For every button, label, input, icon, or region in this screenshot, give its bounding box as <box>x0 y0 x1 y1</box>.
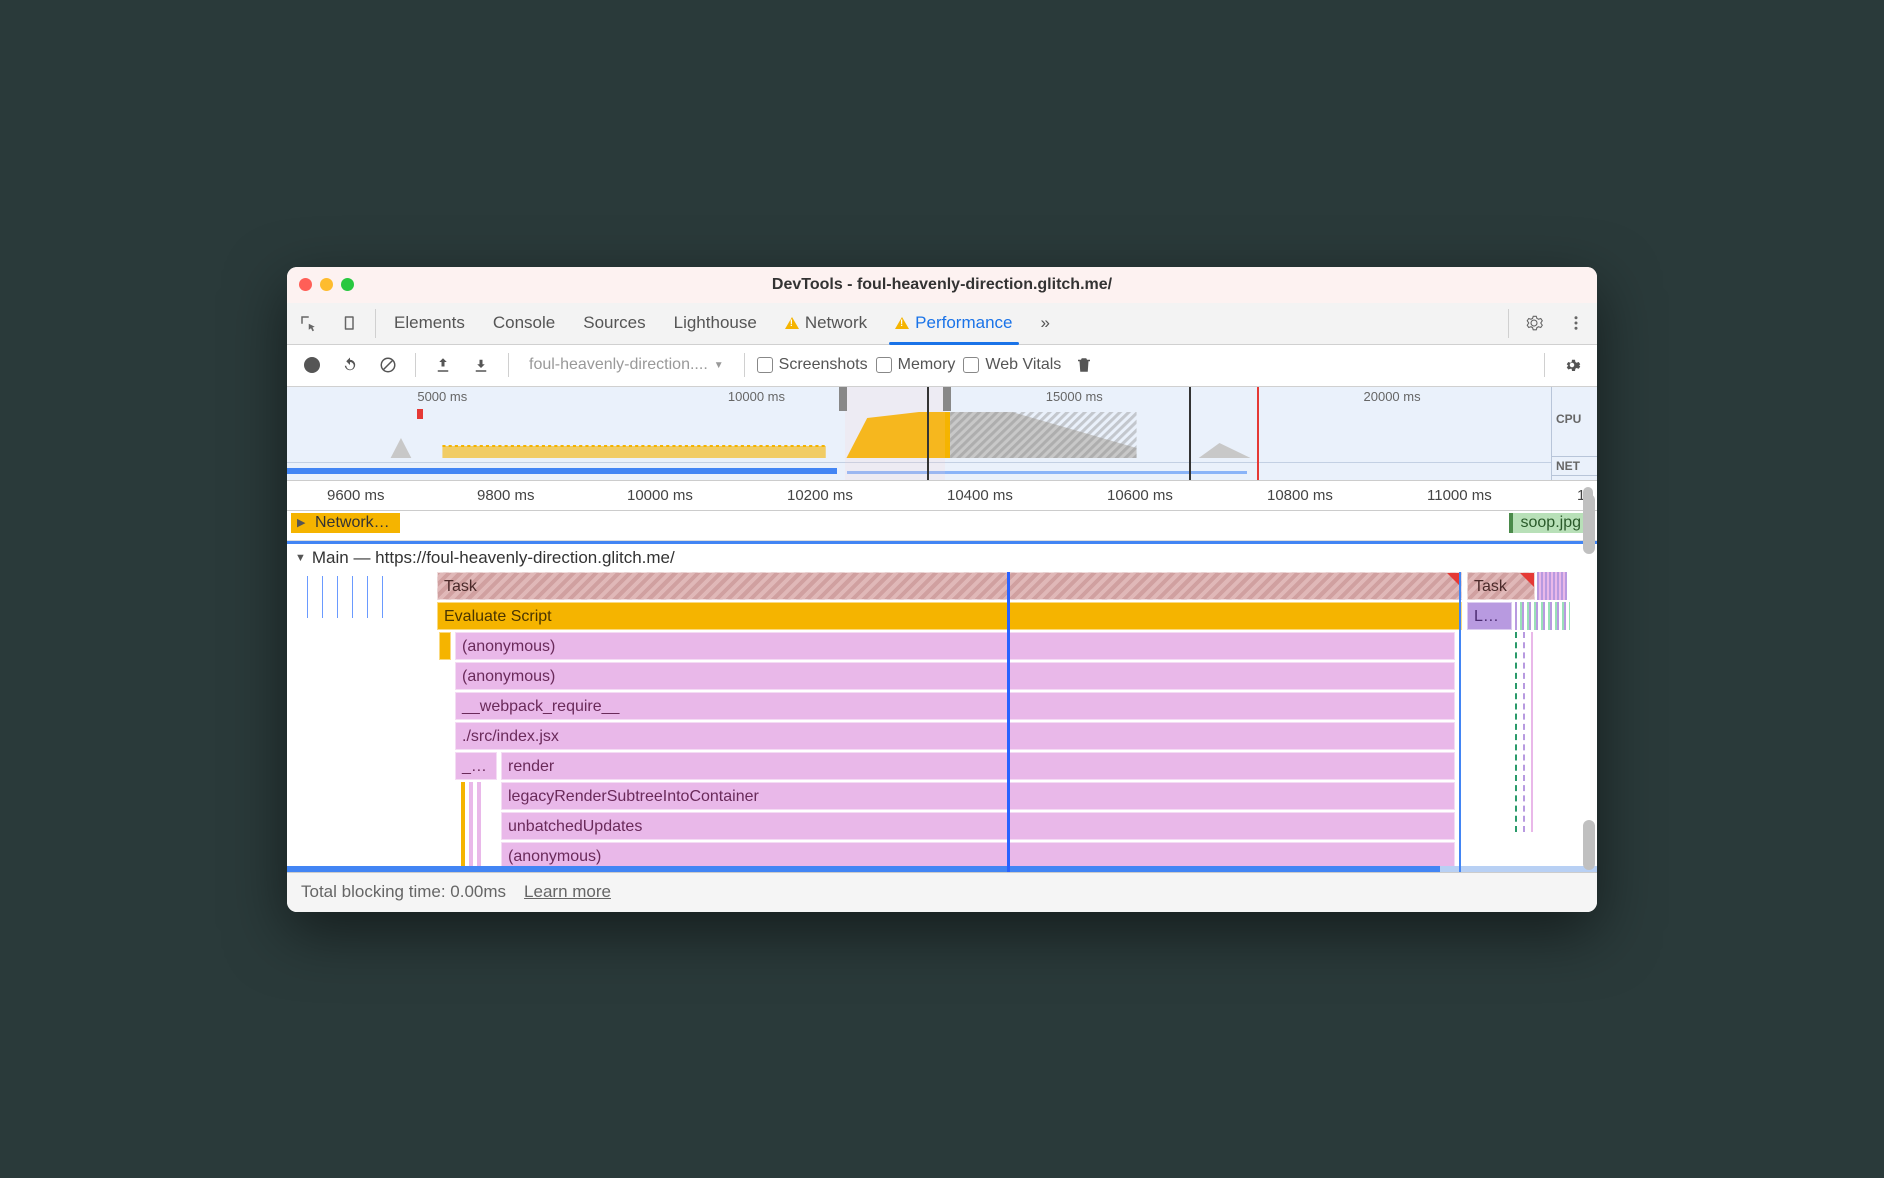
render-bar[interactable]: render <box>501 752 1455 780</box>
collect-garbage-button[interactable] <box>1069 350 1099 380</box>
index-jsx-bar[interactable]: ./src/index.jsx <box>455 722 1455 750</box>
status-bar: Total blocking time: 0.00ms Learn more <box>287 872 1597 912</box>
network-request-soop[interactable]: soop.jpg <box>1509 513 1590 533</box>
tab-performance[interactable]: Performance <box>881 303 1026 344</box>
kebab-menu-icon[interactable] <box>1555 303 1597 344</box>
task-bar[interactable]: Task <box>1467 572 1535 600</box>
memory-checkbox[interactable]: Memory <box>876 356 956 374</box>
devtools-window: DevTools - foul-heavenly-direction.glitc… <box>287 267 1597 912</box>
marker-line <box>1257 387 1259 480</box>
anonymous-bar[interactable]: (anonymous) <box>455 632 1455 660</box>
total-blocking-time-label: Total blocking time: 0.00ms <box>301 882 506 902</box>
tab-network[interactable]: Network <box>771 303 881 344</box>
marker-line <box>1459 572 1461 872</box>
upload-profile-button[interactable] <box>428 350 458 380</box>
vertical-scrollbar[interactable] <box>1583 494 1595 554</box>
tab-elements[interactable]: Elements <box>380 303 479 344</box>
tiny-column <box>1515 632 1570 832</box>
screenshots-checkbox[interactable]: Screenshots <box>757 356 868 374</box>
tiny-tasks[interactable] <box>1537 572 1567 600</box>
tiny-amber[interactable] <box>439 632 451 660</box>
thin-stack <box>457 782 497 872</box>
main-header[interactable]: ▼ Main — https://foul-heavenly-direction… <box>287 544 1597 572</box>
network-label[interactable]: Network… <box>291 513 400 533</box>
bottom-scroll-track[interactable] <box>287 866 1597 872</box>
collapse-icon: ▼ <box>295 552 306 564</box>
tab-console[interactable]: Console <box>479 303 569 344</box>
truncated-bar[interactable]: _… <box>455 752 497 780</box>
flamegraph[interactable]: Task Task Evaluate Script L… (anonymous)… <box>287 572 1597 872</box>
vertical-scrollbar[interactable] <box>1583 820 1595 870</box>
marker-line <box>927 387 929 480</box>
marker-line <box>1189 387 1191 480</box>
tab-overflow[interactable]: » <box>1027 303 1064 344</box>
evaluate-script-bar[interactable]: Evaluate Script <box>437 602 1462 630</box>
capture-settings-gear-icon[interactable] <box>1557 350 1587 380</box>
inspect-element-icon[interactable] <box>287 303 329 344</box>
performance-toolbar: foul-heavenly-direction.... ▼ Screenshot… <box>287 345 1597 387</box>
zoom-window-button[interactable] <box>341 278 354 291</box>
tiny-bars[interactable] <box>1515 602 1570 630</box>
selection-handle-left[interactable] <box>839 387 847 411</box>
warning-icon <box>895 317 909 329</box>
tab-lighthouse[interactable]: Lighthouse <box>660 303 771 344</box>
webpack-require-bar[interactable]: __webpack_require__ <box>455 692 1455 720</box>
overview-lane-labels: CPU NET <box>1551 387 1597 480</box>
target-dropdown[interactable]: foul-heavenly-direction.... ▼ <box>521 356 732 374</box>
warning-icon <box>785 317 799 329</box>
tab-sources[interactable]: Sources <box>569 303 659 344</box>
anonymous-bar[interactable]: (anonymous) <box>455 662 1455 690</box>
main-thread-track: ▼ Main — https://foul-heavenly-direction… <box>287 541 1597 872</box>
titlebar: DevTools - foul-heavenly-direction.glitc… <box>287 267 1597 303</box>
traffic-lights <box>299 278 354 291</box>
clear-button[interactable] <box>373 350 403 380</box>
device-toggle-icon[interactable] <box>329 303 371 344</box>
reload-record-button[interactable] <box>335 350 365 380</box>
task-bar[interactable]: Task <box>437 572 1462 600</box>
minimize-window-button[interactable] <box>320 278 333 291</box>
timeline-overview[interactable]: 5000 ms 10000 ms 15000 ms 20000 ms <box>287 387 1597 481</box>
time-ruler[interactable]: 9600 ms 9800 ms 10000 ms 10200 ms 10400 … <box>287 481 1597 511</box>
separator <box>375 309 376 338</box>
separator <box>1508 309 1509 338</box>
close-window-button[interactable] <box>299 278 312 291</box>
layout-bar[interactable]: L… <box>1467 602 1512 630</box>
panel-tabbar: Elements Console Sources Lighthouse Netw… <box>287 303 1597 345</box>
current-time-marker[interactable] <box>1007 572 1010 872</box>
legacy-render-bar[interactable]: legacyRenderSubtreeIntoContainer <box>501 782 1455 810</box>
unbatched-updates-bar[interactable]: unbatchedUpdates <box>501 812 1455 840</box>
learn-more-link[interactable]: Learn more <box>524 882 611 902</box>
download-profile-button[interactable] <box>466 350 496 380</box>
record-button[interactable] <box>297 350 327 380</box>
window-title: DevTools - foul-heavenly-direction.glitc… <box>287 276 1597 294</box>
settings-gear-icon[interactable] <box>1513 303 1555 344</box>
network-track[interactable]: Network… soop.jpg <box>287 511 1597 541</box>
selection-handle-right[interactable] <box>943 387 951 411</box>
webvitals-checkbox[interactable]: Web Vitals <box>963 356 1061 374</box>
selection-range[interactable] <box>845 387 945 480</box>
